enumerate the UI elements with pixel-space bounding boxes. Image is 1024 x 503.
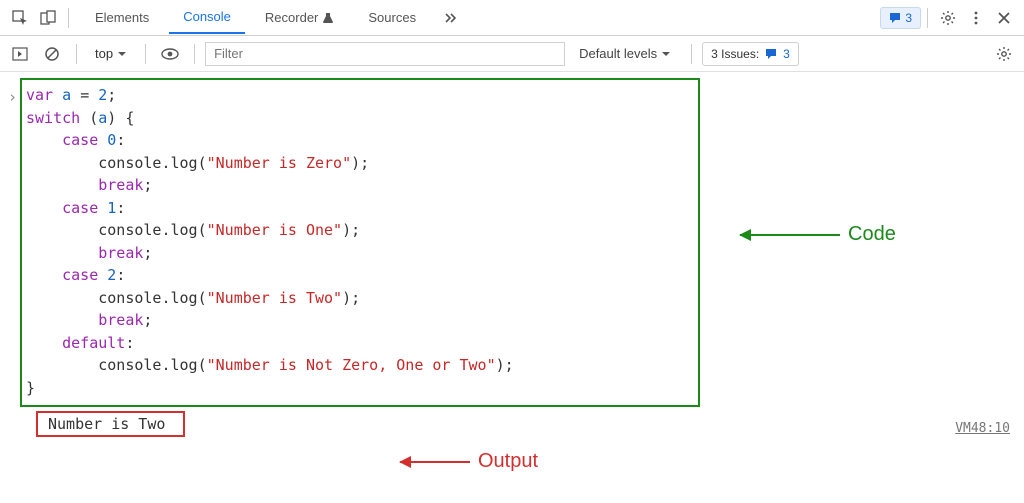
code-text: var a = 2; switch (a) { case 0: console.…: [26, 84, 688, 399]
code-input-block[interactable]: var a = 2; switch (a) { case 0: console.…: [20, 78, 700, 407]
divider: [927, 8, 928, 28]
sidebar-toggle-icon[interactable]: [6, 40, 34, 68]
flask-icon: [322, 12, 334, 24]
console-body: › var a = 2; switch (a) { case 0: consol…: [0, 78, 1024, 445]
annotation-label: Output: [478, 450, 538, 473]
tab-label: Sources: [368, 10, 416, 25]
devtools-top-toolbar: Elements Console Recorder Sources 3: [0, 0, 1024, 36]
tab-recorder[interactable]: Recorder: [251, 2, 348, 33]
gear-icon[interactable]: [934, 4, 962, 32]
tab-label: Recorder: [265, 10, 318, 25]
messages-badge[interactable]: 3: [880, 7, 921, 29]
source-link[interactable]: VM48:10: [955, 421, 1010, 436]
annotation-code: Code: [740, 223, 896, 246]
issues-label: 3 Issues:: [711, 47, 759, 61]
console-output-row: Number is Two VM48:10: [0, 411, 1024, 445]
messages-count: 3: [905, 11, 912, 25]
gear-icon[interactable]: [990, 40, 1018, 68]
tab-label: Elements: [95, 10, 149, 25]
output-text: Number is Two: [48, 415, 165, 433]
device-toggle-icon[interactable]: [34, 4, 62, 32]
tab-sources[interactable]: Sources: [354, 2, 430, 33]
prompt-caret-icon: ›: [8, 88, 17, 106]
issues-count: 3: [783, 47, 790, 61]
console-output: Number is Two: [36, 411, 185, 437]
divider: [76, 44, 77, 64]
levels-label: Default levels: [579, 46, 657, 61]
chevron-down-icon: [117, 49, 127, 59]
divider: [691, 44, 692, 64]
tab-strip: Elements Console Recorder Sources: [81, 1, 466, 34]
annotation-label: Code: [848, 223, 896, 246]
arrow-left-icon: [400, 461, 470, 463]
annotation-output: Output: [400, 450, 538, 473]
message-icon: [889, 12, 901, 24]
tab-console[interactable]: Console: [169, 1, 245, 34]
kebab-menu-icon[interactable]: [962, 4, 990, 32]
divider: [68, 8, 69, 28]
message-icon: [765, 48, 777, 60]
clear-console-icon[interactable]: [38, 40, 66, 68]
chevron-double-right-icon: [444, 11, 458, 25]
close-icon[interactable]: [990, 4, 1018, 32]
tab-elements[interactable]: Elements: [81, 2, 163, 33]
tab-more[interactable]: [436, 3, 466, 33]
chevron-down-icon: [661, 49, 671, 59]
inspect-icon[interactable]: [6, 4, 34, 32]
context-selector[interactable]: top: [87, 46, 135, 61]
issues-badge[interactable]: 3 Issues: 3: [702, 42, 799, 66]
divider: [194, 44, 195, 64]
tab-label: Console: [183, 9, 231, 24]
filter-input[interactable]: [205, 42, 565, 66]
context-label: top: [95, 46, 113, 61]
live-expression-icon[interactable]: [156, 40, 184, 68]
console-sub-toolbar: top Default levels 3 Issues: 3: [0, 36, 1024, 72]
levels-selector[interactable]: Default levels: [569, 46, 681, 61]
divider: [145, 44, 146, 64]
arrow-left-icon: [740, 234, 840, 236]
